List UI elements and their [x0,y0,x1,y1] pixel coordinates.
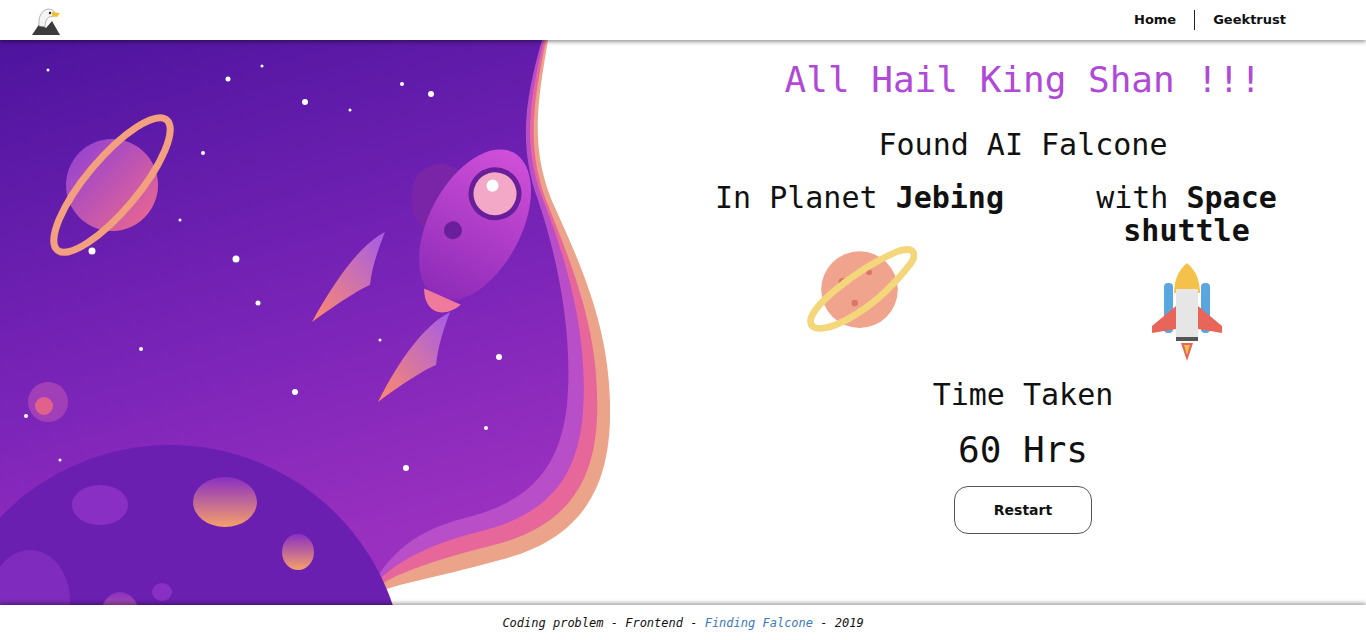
time-label: Time Taken [933,375,1114,415]
planet-name: Jebing [896,180,1004,215]
header-bar: HomeGeektrust [0,0,1366,40]
nav-link[interactable]: Home [1116,10,1194,30]
star-icon [59,459,62,462]
footer-bar: Coding problem - Frontend - Finding Falc… [0,605,1366,640]
star-icon [400,82,404,86]
footer-link[interactable]: Finding Falcone [705,616,813,630]
star-icon [379,339,382,342]
nav-link[interactable]: Geektrust [1194,10,1286,30]
subtitle: Found AI Falcone [879,125,1168,165]
vehicle-name: Space shuttle [1123,180,1277,248]
vehicle-text: with Space shuttle [1037,181,1337,247]
small-planet-icon [28,382,68,422]
star-icon [428,91,434,97]
planet-result: In Planet Jebing [710,181,1010,349]
eagle-logo-icon[interactable] [30,4,62,36]
star-icon [484,426,488,430]
star-icon [302,99,308,105]
star-icon [201,151,205,155]
top-nav: HomeGeektrust [1116,10,1286,30]
star-icon [261,65,264,68]
star-icon [226,77,231,82]
star-icon [24,414,28,418]
planet-text: In Planet Jebing [715,181,1004,214]
star-icon [179,219,182,222]
star-icon [47,69,50,72]
star-icon [256,301,261,306]
star-icon [403,465,409,471]
vehicle-result: with Space shuttle [1037,181,1337,363]
footer-year: - 2019 [813,616,864,630]
result-panel: All Hail King Shan !!! Found AI Falcone In… [610,40,1366,605]
star-icon [139,347,143,351]
time-value: 60 Hrs [958,425,1088,475]
space-shuttle-icon [1152,261,1222,363]
star-icon [292,389,298,395]
star-icon [496,354,502,360]
result-details: In Planet Jebing with Space shuttle [710,181,1337,363]
big-planet-icon [0,445,405,605]
rocket-icon [364,117,554,330]
space-illustration-icon [0,40,610,605]
ringed-planet-icon [37,103,186,267]
star-icon [233,256,240,263]
restart-button[interactable]: Restart [954,486,1092,534]
app-page: HomeGeektrust All Hail King Shan !!! Found… [0,0,1366,640]
footer-text: Coding problem - Frontend - [502,616,704,630]
main-area: All Hail King Shan !!! Found AI Falcone In… [0,40,1366,605]
space-illustration [0,40,610,605]
star-icon [349,109,352,112]
headline: All Hail King Shan !!! [785,54,1262,106]
star-icon [89,248,96,255]
ringed-planet-icon [802,234,917,349]
